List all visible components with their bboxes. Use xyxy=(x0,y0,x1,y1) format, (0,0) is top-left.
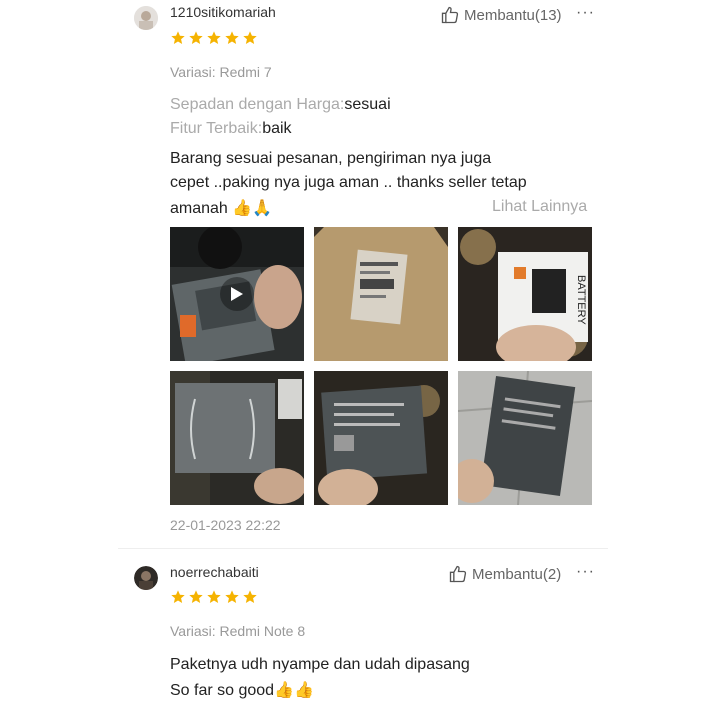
avatar[interactable] xyxy=(134,6,158,30)
review-video-thumbnail[interactable] xyxy=(170,227,304,361)
attribute-value: baik xyxy=(262,120,292,137)
avatar[interactable] xyxy=(134,566,158,590)
helpful-count: Membantu(2) xyxy=(472,565,562,583)
star-icon xyxy=(243,31,257,44)
thumbs-up-icon xyxy=(449,565,467,583)
rating-stars xyxy=(170,30,258,46)
star-icon xyxy=(189,590,203,603)
reviewer-name[interactable]: 1210sitikomariah xyxy=(170,4,276,20)
star-icon xyxy=(171,31,185,44)
star-icon xyxy=(243,590,257,603)
review-photo-thumbnail[interactable] xyxy=(170,371,304,505)
review-text-line: Paketnya udh nyampe dan udah dipasang xyxy=(170,656,470,673)
review-photo-thumbnail[interactable] xyxy=(314,371,448,505)
review-photo-thumbnail[interactable]: BATTERY xyxy=(458,227,592,361)
reviewer-name[interactable]: noerrechabaiti xyxy=(170,564,259,580)
battery-box-label: BATTERY xyxy=(575,275,587,325)
review-text-line: amanah 👍🙏 xyxy=(170,200,273,217)
variant-label: Variasi: Redmi Note 8 xyxy=(170,623,306,639)
helpful-button[interactable]: Membantu(13) xyxy=(440,5,562,25)
review-text-line: cepet ..paking nya juga aman .. thanks s… xyxy=(170,174,527,191)
see-more-link[interactable]: Lihat Lainnya xyxy=(492,198,587,216)
review-date: 22-01-2023 22:22 xyxy=(170,517,281,533)
play-icon xyxy=(220,277,254,311)
review-card: noerrechabaiti Membantu(2) ··· Variasi: … xyxy=(0,552,726,726)
attribute-key: Fitur Terbaik: xyxy=(170,120,263,137)
rating-stars xyxy=(170,589,258,605)
star-icon xyxy=(171,590,185,603)
review-photo-thumbnail[interactable] xyxy=(458,371,592,505)
star-icon xyxy=(207,31,221,44)
attribute-value: sesuai xyxy=(344,96,391,113)
helpful-count: Membantu(13) xyxy=(464,6,562,24)
star-icon xyxy=(189,31,203,44)
review-text-line: Barang sesuai pesanan, pengiriman nya ju… xyxy=(170,150,492,167)
review-divider xyxy=(118,548,608,549)
attribute-feature: Fitur Terbaik:baik xyxy=(170,120,292,138)
review-text-line: So far so good👍👍 xyxy=(170,682,314,699)
review-card: 1210sitikomariah Membantu(13) ··· Varias… xyxy=(0,0,726,548)
more-options-icon[interactable]: ··· xyxy=(576,563,595,581)
attribute-price: Sepadan dengan Harga:sesuai xyxy=(170,96,391,114)
thumbs-up-icon xyxy=(441,6,459,24)
star-icon xyxy=(225,590,239,603)
helpful-button[interactable]: Membantu(2) xyxy=(448,564,561,584)
star-icon xyxy=(225,31,239,44)
review-photo-thumbnail[interactable] xyxy=(314,227,448,361)
star-icon xyxy=(207,590,221,603)
attribute-key: Sepadan dengan Harga: xyxy=(170,96,345,113)
more-options-icon[interactable]: ··· xyxy=(576,4,595,22)
variant-label: Variasi: Redmi 7 xyxy=(170,64,272,80)
